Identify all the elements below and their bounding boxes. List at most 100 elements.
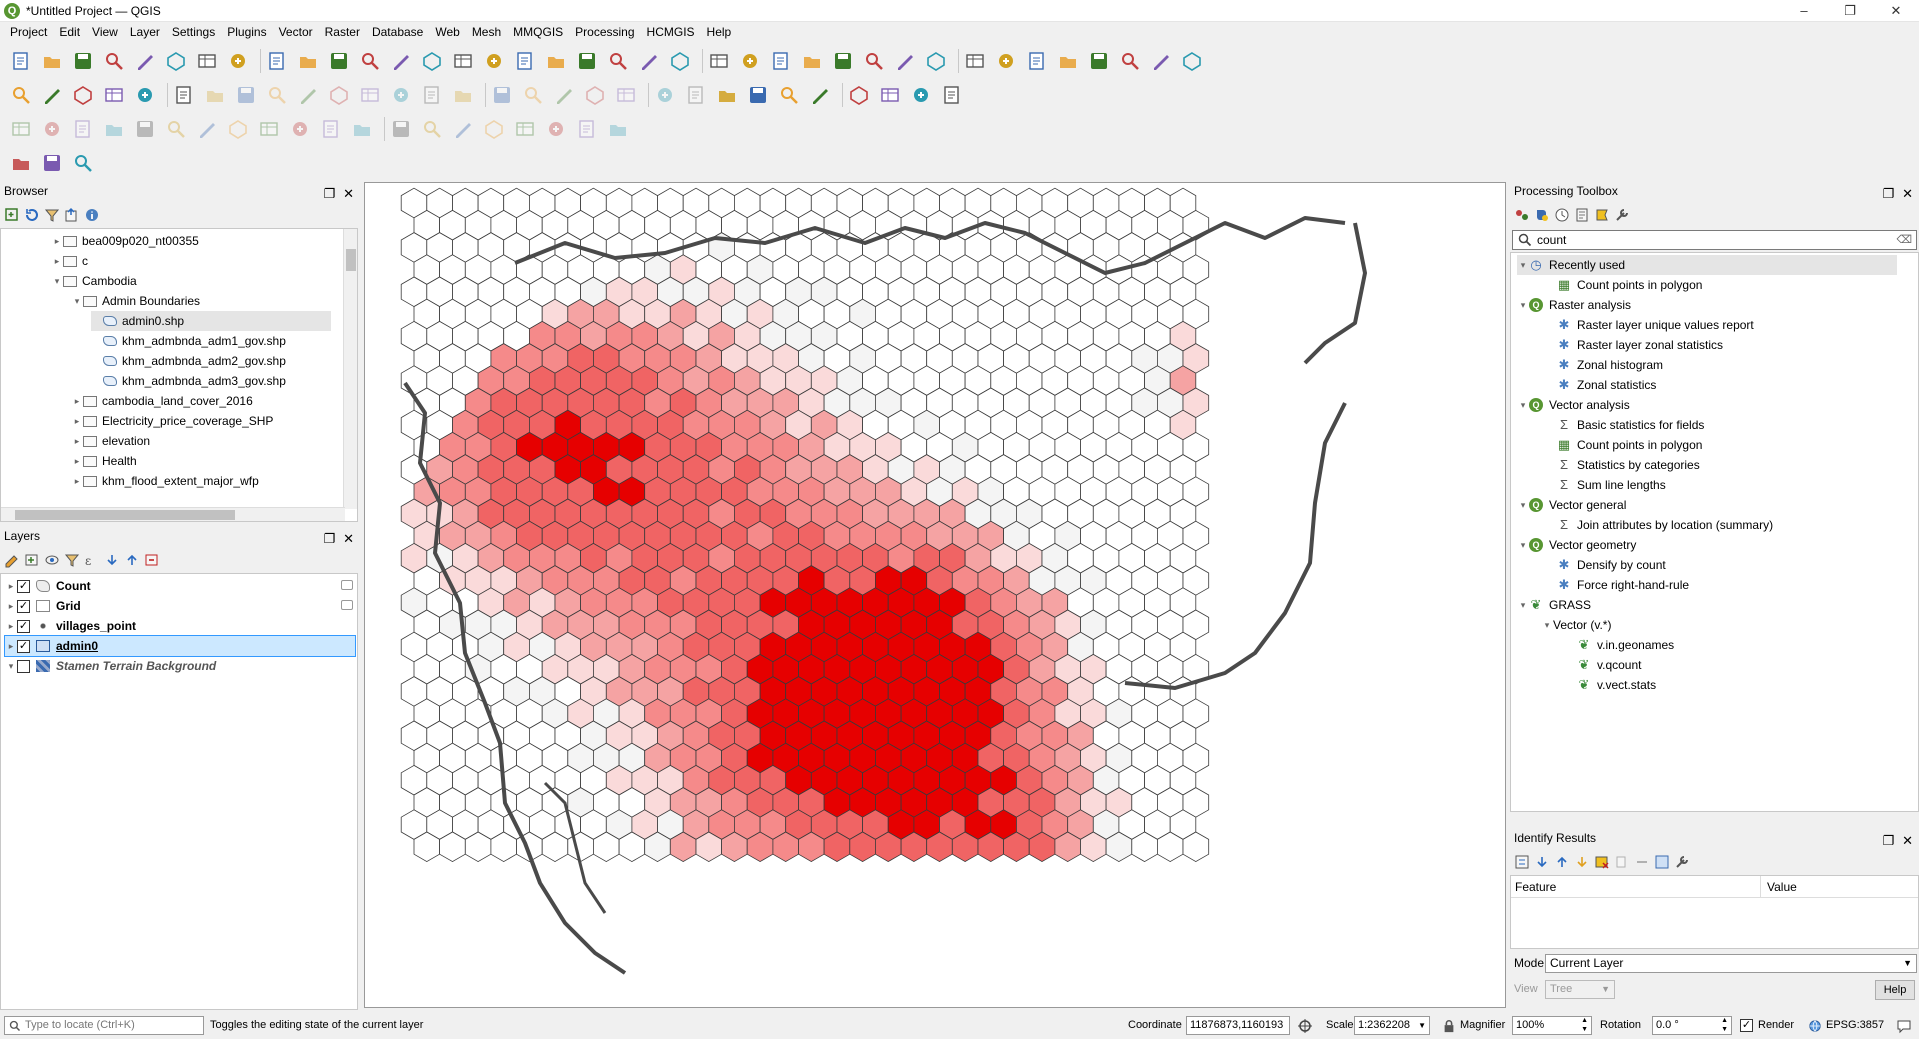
toolbar-button-icon[interactable] (266, 84, 288, 106)
toolbar-button-icon[interactable] (328, 50, 350, 72)
toolbox-item[interactable]: ✱ Zonal histogram (1557, 355, 1664, 375)
menu-item-view[interactable]: View (86, 25, 124, 39)
menu-item-hcmgis[interactable]: HCMGIS (641, 25, 701, 39)
toolbar-button-icon[interactable] (576, 118, 598, 140)
toolbar-button-icon[interactable] (452, 50, 474, 72)
chevron-right-icon[interactable]: ▸ (5, 576, 17, 596)
coordinate-field[interactable]: 11876873,1160193 (1186, 1016, 1290, 1035)
chevron-right-icon[interactable]: ▸ (71, 451, 83, 471)
edit-features-icon[interactable] (1594, 207, 1610, 223)
toolbar-button-icon[interactable] (227, 118, 249, 140)
locator-input[interactable]: Type to locate (Ctrl+K) (4, 1016, 204, 1035)
expand-tree-icon[interactable] (1514, 854, 1530, 870)
menu-item-web[interactable]: Web (429, 25, 465, 39)
menu-item-mesh[interactable]: Mesh (466, 25, 507, 39)
link-icon[interactable] (1634, 854, 1650, 870)
clear-results-icon[interactable] (1594, 854, 1610, 870)
toolbar-button-icon[interactable] (716, 84, 738, 106)
menu-item-project[interactable]: Project (4, 25, 53, 39)
toolbar-button-icon[interactable] (134, 84, 156, 106)
chevron-down-icon[interactable]: ▾ (1517, 295, 1529, 315)
browser-item[interactable]: ▸ cambodia_land_cover_2016 (71, 391, 253, 411)
toolbar-button-icon[interactable] (483, 50, 505, 72)
filter-legend-icon[interactable] (64, 552, 80, 568)
toolbar-button-icon[interactable] (390, 118, 412, 140)
toolbar-button-icon[interactable] (995, 50, 1017, 72)
chevron-down-icon[interactable]: ▾ (1517, 395, 1529, 415)
toolbar-button-icon[interactable] (103, 118, 125, 140)
scrollbar-thumb[interactable] (15, 510, 235, 520)
toolbar-button-icon[interactable] (863, 50, 885, 72)
layer-item[interactable]: ▾ Stamen Terrain Background (5, 656, 217, 676)
toolbar-button-icon[interactable] (165, 118, 187, 140)
toggle-extents-icon[interactable] (1297, 1018, 1313, 1034)
browser-item[interactable]: ▸ elevation (71, 431, 150, 451)
browser-item[interactable]: ▸ Electricity_price_coverage_SHP (71, 411, 274, 431)
toolbar-button-icon[interactable] (103, 84, 125, 106)
horizontal-scrollbar[interactable] (1, 507, 345, 521)
mode-select[interactable]: Current Layer ▼ (1545, 954, 1917, 973)
toolbox-item[interactable]: ✱ Force right-hand-rule (1557, 575, 1690, 595)
toolbar-button-icon[interactable] (421, 84, 443, 106)
toolbar-button-icon[interactable] (1150, 50, 1172, 72)
clear-search-icon[interactable]: ⌫ (1896, 233, 1912, 246)
menu-item-mmqgis[interactable]: MMQGIS (507, 25, 569, 39)
toolbar-button-icon[interactable] (196, 50, 218, 72)
toolbar-button-icon[interactable] (832, 50, 854, 72)
menu-item-vector[interactable]: Vector (273, 25, 319, 39)
layer-filter-icon[interactable] (341, 580, 353, 590)
layer-visibility-checkbox[interactable] (17, 659, 30, 673)
browser-item[interactable]: ▸ c (51, 251, 88, 271)
chevron-right-icon[interactable]: ▸ (51, 251, 63, 271)
toolbox-item[interactable]: ▾ Q Raster analysis (1517, 295, 1631, 315)
toolbox-item[interactable]: ▾ Q Vector analysis (1517, 395, 1630, 415)
toolbar-button-icon[interactable] (173, 84, 195, 106)
add-selected-icon[interactable] (4, 207, 20, 223)
manage-visibility-icon[interactable] (44, 552, 60, 568)
toolbar-button-icon[interactable] (941, 84, 963, 106)
toolbar-button-icon[interactable] (809, 84, 831, 106)
toolbar-button-icon[interactable] (103, 50, 125, 72)
chevron-right-icon[interactable]: ▸ (71, 391, 83, 411)
browser-item[interactable]: ▾ Admin Boundaries (71, 291, 200, 311)
toolbar-button-icon[interactable] (770, 50, 792, 72)
toolbar-button-icon[interactable] (266, 50, 288, 72)
toolbar-button-icon[interactable] (654, 84, 676, 106)
crs-label[interactable]: EPSG:3857 (1826, 1016, 1884, 1035)
layer-visibility-checkbox[interactable]: ✓ (17, 639, 30, 653)
toolbar-button-icon[interactable] (483, 118, 505, 140)
globe-icon[interactable] (1808, 1019, 1822, 1033)
toolbox-item[interactable]: ✱ Densify by count (1557, 555, 1666, 575)
toolbar-button-icon[interactable] (165, 50, 187, 72)
toolbar-button-icon[interactable] (553, 84, 575, 106)
menu-item-help[interactable]: Help (701, 25, 738, 39)
layer-item[interactable]: ▸ ✓ Count (5, 576, 353, 596)
chevron-down-icon[interactable]: ▾ (1517, 255, 1529, 275)
toolbar-button-icon[interactable] (235, 84, 257, 106)
toolbar-button-icon[interactable] (10, 50, 32, 72)
layer-filter-icon[interactable] (341, 600, 353, 610)
toolbar-button-icon[interactable] (452, 118, 474, 140)
toolbar-button-icon[interactable] (351, 118, 373, 140)
toolbar-button-icon[interactable] (669, 50, 691, 72)
toolbox-search[interactable]: count ⌫ (1512, 230, 1917, 250)
toolbar-button-icon[interactable] (134, 50, 156, 72)
toolbar-button-icon[interactable] (72, 152, 94, 174)
chevron-down-icon[interactable]: ▾ (71, 291, 83, 311)
add-group-icon[interactable] (24, 552, 40, 568)
rotation-field[interactable]: 0.0 ° ▲ ▼ (1652, 1016, 1732, 1035)
style-manager-icon[interactable] (4, 552, 20, 568)
toolbar-button-icon[interactable] (514, 50, 536, 72)
collapse-all-icon[interactable] (124, 552, 140, 568)
magnifier-field[interactable]: 100% ▲ ▼ (1512, 1016, 1592, 1035)
browser-item[interactable]: khm_admbnda_adm1_gov.shp (91, 331, 286, 351)
scrollbar-thumb[interactable] (346, 249, 356, 271)
toolbar-button-icon[interactable] (297, 50, 319, 72)
toolbar-button-icon[interactable] (72, 84, 94, 106)
toolbar-button-icon[interactable] (491, 84, 513, 106)
lock-icon[interactable] (1442, 1019, 1456, 1033)
map-svg[interactable] (365, 183, 1505, 1007)
toolbox-item[interactable]: Σ Basic statistics for fields (1557, 415, 1704, 435)
collapse-all-icon[interactable] (64, 207, 80, 223)
toolbar-button-icon[interactable] (297, 84, 319, 106)
